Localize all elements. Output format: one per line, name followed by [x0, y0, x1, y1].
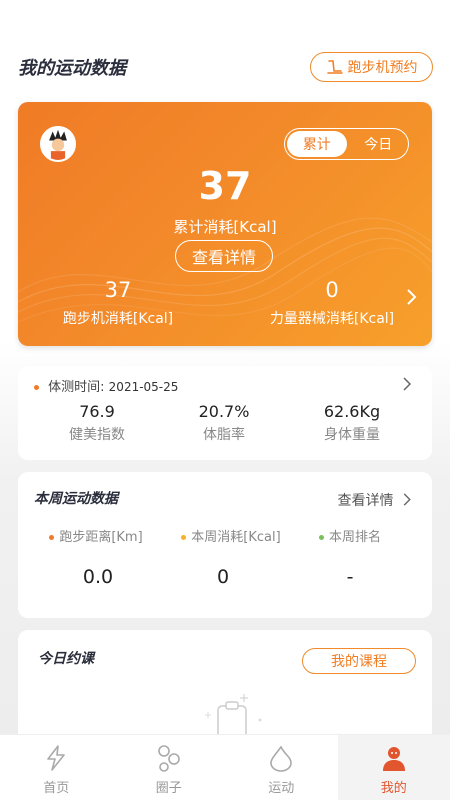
weekly-calories-label-text: 本周消耗[Kcal]	[191, 530, 281, 545]
body-fat-label: 体脂率	[203, 427, 245, 443]
today-course-title: 今日约课	[38, 651, 94, 667]
tab-mine-label: 我的	[380, 781, 407, 796]
bottom-tab-bar: 首页 圈子 运动 我的	[0, 734, 450, 800]
body-weight-label: 身体重量	[324, 427, 380, 443]
strength-calories-label: 力量器械消耗[Kcal]	[269, 311, 395, 327]
avatar[interactable]	[40, 126, 76, 162]
body-weight-metric: 62.6Kg 身体重量	[302, 402, 402, 444]
weekly-see-details-link[interactable]: 查看详情	[338, 490, 412, 510]
strength-calories-value: 0	[325, 278, 339, 302]
tab-home[interactable]: 首页	[0, 735, 113, 800]
today-course-card: 今日约课 我的课程	[18, 630, 432, 750]
weekly-title: 本周运动数据	[34, 491, 118, 507]
weekly-rank-value: -	[346, 566, 354, 588]
weekly-rank-label: 本周排名	[300, 526, 400, 545]
fitness-index-metric: 76.9 健美指数	[47, 402, 147, 444]
weekly-calories-label: 本周消耗[Kcal]	[166, 526, 296, 545]
chevron-right-icon	[403, 493, 411, 506]
tab-circles-label: 圈子	[155, 781, 182, 796]
page-title: 我的运动数据	[18, 58, 126, 79]
measurement-date: 2021-05-25	[108, 380, 179, 394]
weekly-see-details-label: 查看详情	[337, 493, 394, 509]
treadmill-calories-value: 37	[104, 278, 132, 302]
chevron-right-icon[interactable]	[402, 377, 412, 391]
body-fat-value: 20.7%	[198, 402, 250, 421]
tab-today[interactable]: 今日	[349, 129, 409, 159]
circles-icon	[157, 745, 180, 772]
tab-cumulative[interactable]: 累计	[287, 131, 347, 157]
treadmill-booking-label: 跑步机预约	[347, 60, 418, 76]
total-calories-value: 37	[198, 164, 252, 208]
view-details-button[interactable]: 查看详情	[175, 240, 273, 272]
tab-sport[interactable]: 运动	[225, 735, 338, 800]
my-courses-button[interactable]: 我的课程	[302, 648, 416, 674]
running-distance-label: 跑步距离[Km]	[36, 526, 156, 545]
period-toggle[interactable]: 累计 今日	[284, 128, 409, 160]
weekly-data-card: 本周运动数据 查看详情 跑步距离[Km] 本周消耗[Kcal] 本周排名 0.0…	[18, 472, 432, 618]
fitness-index-value: 76.9	[79, 402, 115, 421]
chevron-right-icon[interactable]	[406, 288, 418, 306]
measurement-time-row: 体测时间: 2021-05-25	[34, 376, 178, 395]
body-fat-metric: 20.7% 体脂率	[174, 402, 274, 444]
strength-stat: 0 力量器械消耗[Kcal]	[268, 278, 396, 328]
user-icon	[382, 747, 405, 771]
weekly-calories-value: 0	[216, 566, 230, 588]
tab-mine[interactable]: 我的	[337, 735, 450, 800]
treadmill-stat: 37 跑步机消耗[Kcal]	[58, 278, 178, 328]
body-measurement-card[interactable]: 体测时间: 2021-05-25 76.9 健美指数 20.7% 体脂率 62.…	[18, 366, 432, 460]
running-distance-value: 0.0	[82, 566, 114, 588]
treadmill-booking-button[interactable]: 跑步机预约	[310, 52, 433, 82]
orange-dot	[34, 385, 39, 390]
droplet-icon	[270, 745, 293, 772]
total-calories-label: 累计消耗[Kcal]	[173, 218, 277, 236]
green-dot	[318, 535, 324, 540]
avatar-image	[42, 128, 74, 160]
summary-card: 累计 今日 37 累计消耗[Kcal] 查看详情 37 跑步机消耗[Kcal] …	[18, 102, 432, 346]
measurement-time-label: 体测时间:	[48, 380, 105, 395]
header: 我的运动数据 跑步机预约	[18, 52, 433, 82]
running-distance-label-text: 跑步距离[Km]	[59, 530, 143, 545]
treadmill-calories-label: 跑步机消耗[Kcal]	[62, 311, 174, 327]
lightning-icon	[47, 745, 66, 771]
body-weight-value: 62.6Kg	[323, 402, 381, 421]
fitness-index-label: 健美指数	[69, 427, 125, 443]
weekly-rank-label-text: 本周排名	[328, 530, 381, 545]
yellow-dot	[181, 535, 187, 540]
tab-home-label: 首页	[43, 781, 70, 796]
tab-circles[interactable]: 圈子	[113, 735, 226, 800]
orange-dot	[49, 535, 55, 540]
tab-sport-label: 运动	[268, 781, 295, 796]
treadmill-icon	[326, 60, 343, 74]
